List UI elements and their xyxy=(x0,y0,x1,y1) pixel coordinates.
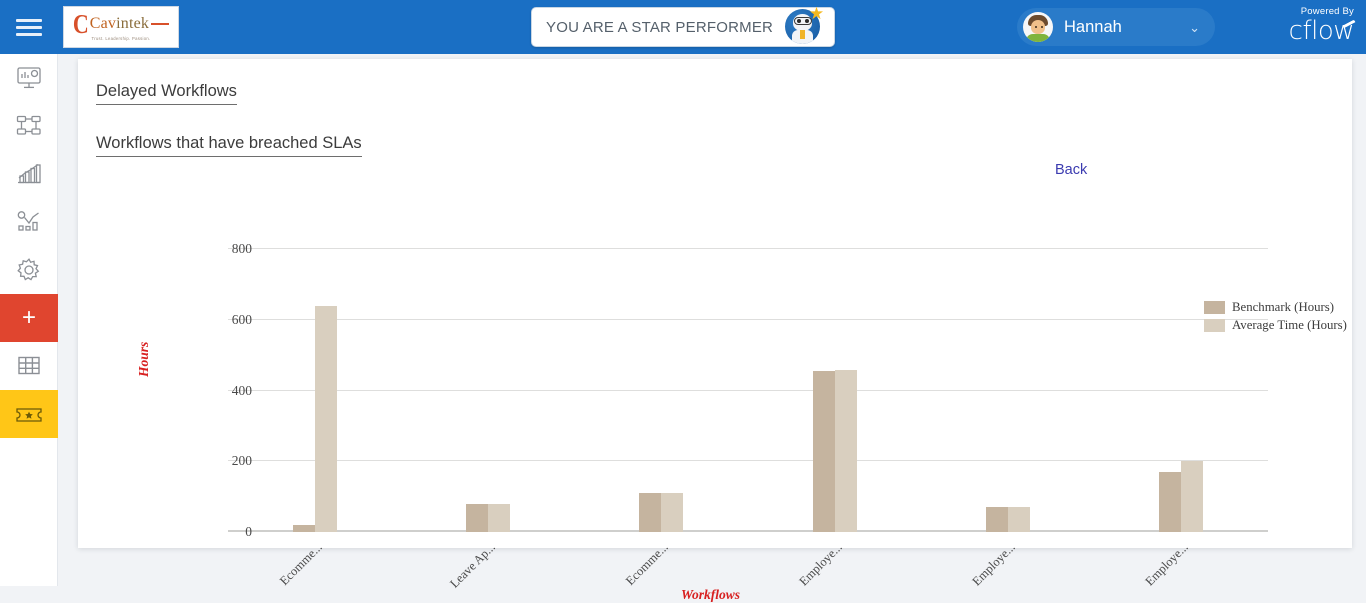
workflow-diagram-icon xyxy=(16,114,42,138)
chart-bar[interactable] xyxy=(1007,507,1030,532)
x-tick-cell: Ecomme... xyxy=(228,534,401,594)
cflow-brand-logo: Powered By cflow xyxy=(1289,7,1359,44)
chart-bar-group xyxy=(228,249,401,532)
user-menu[interactable]: Hannah ⌄ xyxy=(1017,8,1215,46)
legend-swatch xyxy=(1204,301,1225,314)
chart-bar[interactable] xyxy=(834,369,857,532)
x-tick-cell: Employe... xyxy=(921,534,1094,594)
x-tick-label: Ecomme... xyxy=(623,540,672,588)
chart-legend: Benchmark (Hours) Average Time (Hours) xyxy=(1204,299,1354,335)
table-grid-icon xyxy=(17,355,41,377)
chart-bar-groups xyxy=(228,249,1268,532)
y-tick-label: 800 xyxy=(231,241,252,256)
y-axis-title: Hours xyxy=(136,341,151,377)
sidebar-item-reports[interactable] xyxy=(0,150,58,198)
x-tick-label: Employe... xyxy=(796,540,845,589)
chart-bar-group xyxy=(921,249,1094,532)
chart-bar[interactable] xyxy=(314,305,337,532)
star-icon: ★ xyxy=(808,4,825,23)
x-tick-cell: Leave Ap... xyxy=(401,534,574,594)
chart-bar[interactable] xyxy=(292,524,315,532)
logo-c-mark: C xyxy=(72,7,89,39)
user-avatar-icon xyxy=(1023,12,1053,42)
chart-bar[interactable] xyxy=(1181,461,1204,532)
gear-icon xyxy=(16,257,42,283)
chart-bar-group xyxy=(575,249,748,532)
chart-bar[interactable] xyxy=(661,493,684,532)
logo-tagline: Trust. Leadership. Passion. xyxy=(91,35,151,41)
left-sidebar: + xyxy=(0,54,58,586)
sidebar-item-workflows[interactable] xyxy=(0,102,58,150)
cflow-wordmark: cflow xyxy=(1289,18,1359,44)
chart-bar[interactable] xyxy=(487,503,510,532)
chart-bar[interactable] xyxy=(465,503,488,532)
y-tick-label: 600 xyxy=(231,311,252,327)
legend-item[interactable]: Average Time (Hours) xyxy=(1204,317,1354,333)
plus-icon: + xyxy=(21,304,36,331)
hamburger-line xyxy=(16,32,42,36)
hamburger-line xyxy=(16,25,42,29)
x-tick-cell: Employe... xyxy=(748,534,921,594)
hamburger-menu-icon[interactable] xyxy=(0,0,58,54)
sidebar-item-tickets[interactable] xyxy=(0,390,58,438)
legend-item[interactable]: Benchmark (Hours) xyxy=(1204,299,1354,315)
top-header-bar: C Cavintek Trust. Leadership. Passion. Y… xyxy=(0,0,1366,54)
legend-label: Average Time (Hours) xyxy=(1232,318,1347,332)
sidebar-item-tables[interactable] xyxy=(0,342,58,390)
sidebar-item-add[interactable]: + xyxy=(0,294,58,342)
sidebar-item-dashboard[interactable] xyxy=(0,54,58,102)
x-tick-label: Employe... xyxy=(1142,540,1192,589)
chart-bar-group xyxy=(401,249,574,532)
cavintek-logo[interactable]: C Cavintek Trust. Leadership. Passion. xyxy=(63,6,179,48)
chart-bar[interactable] xyxy=(1159,471,1182,532)
y-tick-label: 200 xyxy=(231,453,252,469)
sidebar-item-analytics[interactable] xyxy=(0,198,58,246)
bar-chart-growth-icon xyxy=(16,162,42,186)
sla-breach-bar-chart: Ecomme... Leave Ap... Ecomme... Employe... E… xyxy=(78,209,1354,602)
x-axis-title: Workflows xyxy=(681,587,741,602)
analytics-icon xyxy=(16,210,42,234)
page-title: Delayed Workflows xyxy=(96,82,237,105)
page-subtitle: Workflows that have breached SLAs xyxy=(96,134,362,157)
x-tick-label: Leave Ap... xyxy=(447,540,498,591)
main-content-card: Delayed Workflows Workflows that have br… xyxy=(78,59,1354,602)
logo-wordmark: Cavintek xyxy=(89,14,150,32)
y-tick-label: 400 xyxy=(231,382,252,398)
user-name-label: Hannah xyxy=(1064,17,1122,36)
star-performer-mascot-icon: ★ xyxy=(783,4,825,47)
chevron-down-icon[interactable]: ⌄ xyxy=(1189,21,1200,34)
legend-swatch xyxy=(1204,319,1225,332)
x-tick-cell: Ecomme... xyxy=(575,534,748,594)
chart-bar[interactable] xyxy=(985,507,1008,532)
x-tick-cell: Employe... xyxy=(1095,534,1268,594)
star-performer-text: YOU ARE A STAR PERFORMER xyxy=(546,18,774,36)
hamburger-line xyxy=(16,18,42,22)
chart-bar[interactable] xyxy=(639,493,662,532)
star-performer-banner[interactable]: YOU ARE A STAR PERFORMER ★ xyxy=(531,4,835,47)
legend-label: Benchmark (Hours) xyxy=(1232,300,1334,314)
sidebar-item-settings[interactable] xyxy=(0,246,58,294)
chart-bar-group xyxy=(1095,249,1268,532)
chart-x-tick-labels: Ecomme... Leave Ap... Ecomme... Employe... E… xyxy=(228,534,1268,594)
ticket-star-icon xyxy=(15,403,43,425)
logo-underline-mark xyxy=(151,22,170,25)
chart-bar[interactable] xyxy=(812,371,835,532)
back-link[interactable]: Back xyxy=(1055,162,1087,178)
chart-bar-group xyxy=(748,249,921,532)
x-tick-label: Ecomme... xyxy=(276,540,325,588)
dashboard-monitor-icon xyxy=(16,66,42,90)
x-tick-label: Employe... xyxy=(969,540,1018,589)
y-tick-label: 0 xyxy=(245,524,252,539)
